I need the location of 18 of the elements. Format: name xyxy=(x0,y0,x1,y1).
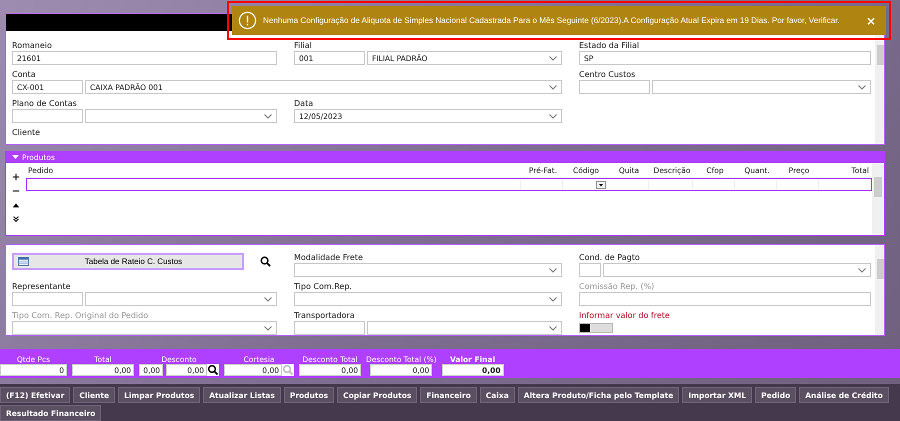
field-label: Romaneio xyxy=(12,40,53,51)
field-label: Tipo Com.Rep. xyxy=(294,281,353,292)
field-label: Cond. de Pagto xyxy=(579,252,641,263)
rateio-button[interactable]: Tabela de Rateio C. Custos xyxy=(12,253,244,270)
field-label: Conta xyxy=(12,69,37,80)
field-label: Cliente xyxy=(12,127,42,138)
field-label: Filial xyxy=(294,40,313,51)
field-label: Informar valor do frete xyxy=(579,310,671,321)
field-label: Transportadora xyxy=(294,310,356,321)
field-label: Estado da Filial xyxy=(579,40,640,51)
field-label: Tipo Com. Rep. Original do Pedido xyxy=(12,310,150,321)
field-label: Centro Custos xyxy=(579,69,636,80)
field-label: Comissão Rep. (%) xyxy=(579,281,656,292)
field-label: Representante xyxy=(12,281,72,292)
field-label: Plano de Contas xyxy=(12,98,78,109)
notification-message: Nenhuma Configuração de Aliquota de Simples Nacional Cadastrada Para o Mês Seguinte (6/2023).A Configuração Atual Expira em 19 Dias. Por favor, Verificar. xyxy=(263,16,841,25)
field-label: Data xyxy=(294,98,314,109)
field-label: Modalidade Frete xyxy=(294,252,364,263)
